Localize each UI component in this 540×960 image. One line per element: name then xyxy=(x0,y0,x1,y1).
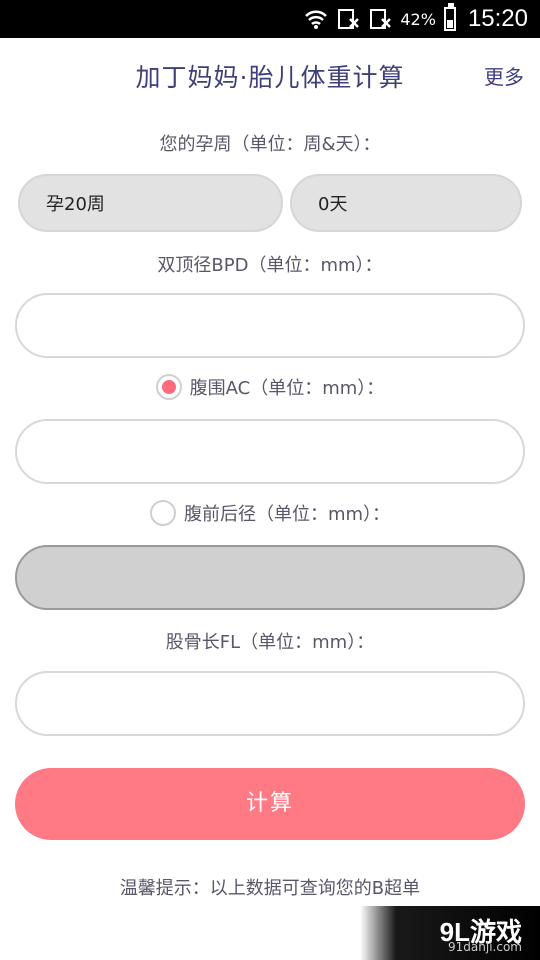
apd-radio[interactable] xyxy=(149,500,176,526)
ac-radio[interactable] xyxy=(155,374,182,400)
week-selector[interactable]: 孕20周 xyxy=(18,174,283,232)
more-button[interactable]: 更多 xyxy=(484,61,524,90)
apd-label: 腹前后径（单位：mm）： xyxy=(183,504,391,525)
clock: 15:20 xyxy=(467,5,528,32)
wifi-icon xyxy=(304,7,328,31)
fl-label: 股骨长FL（单位：mm）： xyxy=(165,632,375,653)
status-bar: 42% 15:20 xyxy=(0,0,540,38)
sim-blocked-icon-2 xyxy=(368,7,392,31)
apd-option[interactable]: 腹前后径（单位：mm）： xyxy=(0,500,540,526)
week-label: 您的孕周（单位：周&天）： xyxy=(159,134,381,155)
status-icons: 42% 15:20 xyxy=(304,0,528,38)
ac-label: 腹围AC（单位：mm）： xyxy=(189,378,385,399)
watermark-url: 91danji.com xyxy=(448,940,522,954)
day-selector[interactable]: 0天 xyxy=(290,174,522,232)
day-value: 0天 xyxy=(318,194,348,215)
bpd-label: 双顶径BPD（单位：mm）： xyxy=(157,255,383,276)
watermark: 9L游戏 91danji.com xyxy=(360,906,540,960)
fl-input[interactable] xyxy=(15,671,525,736)
ac-input[interactable] xyxy=(15,419,525,484)
week-value: 孕20周 xyxy=(46,194,105,215)
sim-blocked-icon xyxy=(336,7,360,31)
bpd-input[interactable] xyxy=(15,293,525,358)
battery-percent: 42% xyxy=(400,9,436,29)
ac-option[interactable]: 腹围AC（单位：mm）： xyxy=(0,374,540,400)
calculate-button[interactable]: 计算 xyxy=(15,768,525,840)
page-title: 加丁妈妈·胎儿体重计算 xyxy=(135,63,405,92)
tip-text: 温馨提示：以上数据可查询您的B超单 xyxy=(119,878,421,899)
apd-input[interactable] xyxy=(15,545,525,610)
battery-icon xyxy=(443,3,456,31)
